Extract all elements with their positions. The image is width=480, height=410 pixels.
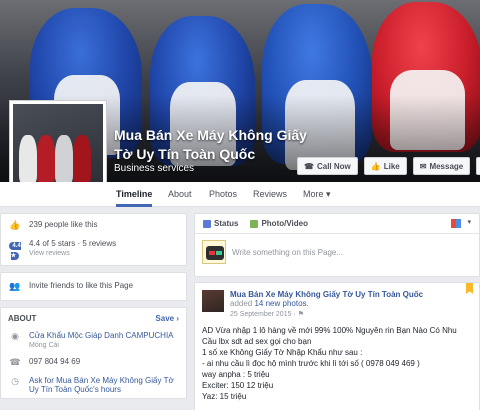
thumbs-up-icon: 👍: [9, 220, 21, 230]
message-button[interactable]: ✉ Message: [412, 157, 471, 175]
composer-body: Write something on this Page...: [195, 234, 479, 270]
post-author-link[interactable]: Mua Bán Xe Máy Không Giấy Tờ Uy Tín Toàn…: [230, 290, 423, 299]
profile-picture[interactable]: [9, 100, 107, 195]
about-save-link[interactable]: Save ›: [155, 314, 179, 323]
phone-row: ☎ 097 804 94 69: [1, 353, 186, 372]
invite-row[interactable]: 👥 Invite friends to like this Page: [1, 277, 186, 296]
composer-input[interactable]: Write something on this Page...: [232, 248, 343, 257]
invite-card: 👥 Invite friends to like this Page: [0, 272, 187, 301]
profile-bike: [19, 135, 37, 183]
city-text: Móng Cái: [29, 342, 59, 349]
view-reviews-link[interactable]: View reviews: [29, 250, 116, 257]
chevron-down-icon[interactable]: ▾: [467, 218, 471, 226]
avatar: [202, 240, 226, 264]
like-button[interactable]: 👍 Like: [363, 157, 407, 175]
post-line: way anpha : 5 triệu: [202, 370, 270, 379]
ask-hours-link[interactable]: Ask for Mua Bán Xe Máy Không Giấy Tờ Uy …: [29, 376, 179, 394]
composer-tabs: Status Photo/Video: [195, 214, 479, 234]
phone-icon: ☎: [304, 161, 314, 171]
tab-more[interactable]: More ▾: [303, 182, 331, 207]
composer-status-tab[interactable]: Status: [203, 219, 238, 228]
hours-row: ◷ Ask for Mua Bán Xe Máy Không Giấy Tờ U…: [1, 372, 186, 398]
message-label: Message: [429, 161, 464, 171]
invite-text: Invite friends to like this Page: [29, 281, 134, 290]
post-composer: Status Photo/Video ▾ Write something on …: [194, 213, 480, 277]
post-line: - ai nhu cầu lì đọc hộ mình trước khi lì…: [202, 359, 420, 368]
composer-photo-tab[interactable]: Photo/Video: [250, 219, 308, 228]
tab-photos[interactable]: Photos: [209, 182, 237, 207]
more-options-button[interactable]: •••: [476, 157, 480, 175]
post-author-avatar[interactable]: [202, 290, 224, 312]
about-card: ABOUT Save › ◉ Cửa Khẩu Mộc Giáp Danh CA…: [0, 307, 187, 399]
address-row: ◉ Cửa Khẩu Mộc Giáp Danh CAMPUCHIA Móng …: [1, 327, 186, 353]
post-action-text: added 14 new photos.: [230, 299, 423, 308]
pencil-icon: [203, 219, 211, 228]
avatar-detail: [216, 251, 222, 255]
rating-text: 4.4 of 5 stars · 5 reviews: [29, 239, 117, 248]
cover-actions: ☎ Call Now 👍 Like ✉ Message •••: [297, 157, 480, 175]
post-timestamp[interactable]: 25 September 2015 · ⚑: [230, 310, 423, 318]
photo-video-label: Photo/Video: [261, 219, 308, 228]
tab-reviews[interactable]: Reviews: [253, 182, 287, 207]
message-icon: ✉: [419, 161, 427, 171]
camera-icon: [250, 219, 259, 228]
profile-bike: [37, 135, 55, 183]
likes-row[interactable]: 👍 239 people like this: [1, 216, 186, 235]
call-now-label: Call Now: [316, 161, 351, 171]
photos-link[interactable]: 14 new photos.: [254, 299, 308, 308]
clock-icon: ◷: [11, 376, 19, 386]
post-line: Yaz: 15 triệu: [202, 392, 247, 401]
post-line: AD Vừa nhập 1 lô hàng về mới 99% 100% Ng…: [202, 326, 457, 335]
avatar-detail: [209, 251, 215, 255]
post-line: 1 số xe Không Giấy Tờ Nhập Khẩu như sau …: [202, 348, 363, 357]
profile-bike: [55, 135, 73, 183]
page-title[interactable]: Mua Bán Xe Máy Không Giấy Tờ Uy Tín Toàn…: [114, 126, 314, 164]
phone-number[interactable]: 097 804 94 69: [29, 357, 80, 366]
post-header: Mua Bán Xe Máy Không Giấy Tờ Uy Tín Toàn…: [195, 283, 479, 323]
rating-row[interactable]: 4.4 ★ 4.4 of 5 stars · 5 reviews View re…: [1, 235, 186, 263]
status-label: Status: [214, 219, 239, 228]
tab-about[interactable]: About: [168, 182, 192, 207]
language-flag-icon[interactable]: [451, 219, 461, 228]
save-label: Save: [155, 314, 175, 323]
about-heading: ABOUT: [8, 314, 37, 323]
address-link[interactable]: Cửa Khẩu Mộc Giáp Danh CAMPUCHIA: [29, 331, 174, 340]
page-nav: Timeline About Photos Reviews More ▾: [0, 182, 480, 207]
added-text: added: [230, 299, 253, 308]
likes-count: 239 people like this: [29, 220, 98, 229]
stats-card: 👍 239 people like this 4.4 ★ 4.4 of 5 st…: [0, 213, 187, 266]
post-line: Cầu lbx sdt ad sex gọi cho bạn: [202, 337, 312, 346]
left-column: 👍 239 people like this 4.4 ★ 4.4 of 5 st…: [0, 213, 187, 399]
location-pin-icon: ◉: [11, 331, 19, 341]
tab-timeline[interactable]: Timeline: [116, 182, 153, 207]
post-line: Exciter: 150 12 triệu: [202, 381, 274, 390]
post-body: AD Vừa nhập 1 lô hàng về mới 99% 100% Ng…: [195, 323, 479, 404]
like-label: Like: [383, 161, 400, 171]
chevron-right-icon: ›: [176, 314, 179, 323]
thumbs-up-icon: 👍: [370, 161, 381, 171]
phone-icon: ☎: [9, 357, 21, 367]
invite-friends-icon: 👥: [9, 281, 21, 291]
page-category[interactable]: Business services: [114, 163, 194, 174]
call-now-button[interactable]: ☎ Call Now: [297, 157, 358, 175]
rating-icon: 4.4 ★: [8, 239, 22, 260]
rating-badge: 4.4 ★: [9, 242, 21, 260]
profile-bike: [73, 135, 91, 183]
about-header: ABOUT Save ›: [1, 308, 186, 327]
timeline-post: Mua Bán Xe Máy Không Giấy Tờ Uy Tín Toàn…: [194, 282, 480, 410]
